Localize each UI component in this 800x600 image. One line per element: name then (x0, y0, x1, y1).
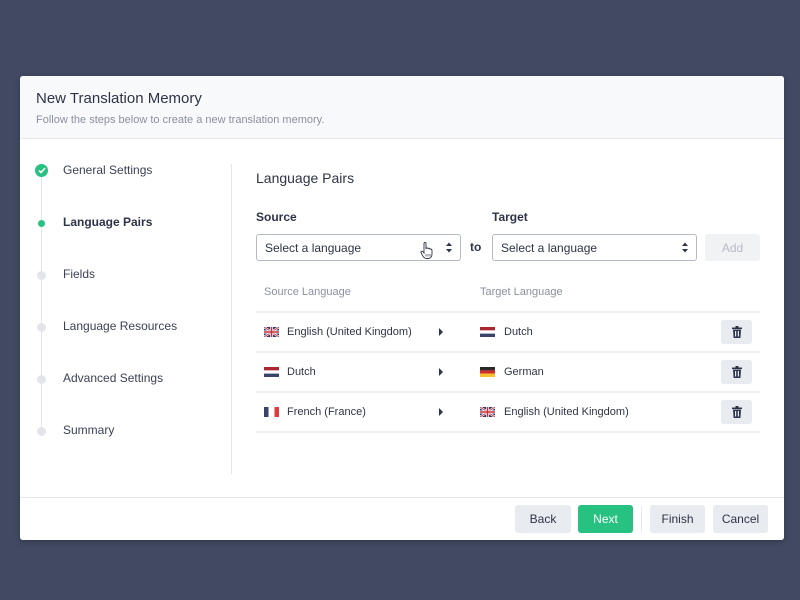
trash-icon (731, 366, 742, 378)
stepper-divider (231, 164, 232, 474)
table-row: French (France) English (United Kingdom) (256, 393, 760, 433)
pending-step-dot-icon (37, 427, 46, 436)
pending-step-dot-icon (37, 323, 46, 332)
language-pairs-table: Source Language Target Language English … (256, 279, 760, 433)
target-select-value: Select a language (501, 241, 598, 255)
active-step-dot-icon (38, 220, 45, 227)
back-button[interactable]: Back (515, 505, 571, 533)
source-select-value: Select a language (265, 241, 362, 255)
dialog-subtitle: Follow the steps below to create a new t… (36, 114, 325, 126)
step-label: Advanced Settings (63, 371, 164, 385)
table-row: English (United Kingdom) Dutch (256, 313, 760, 353)
target-label: Target (492, 210, 528, 224)
next-button[interactable]: Next (578, 505, 633, 533)
step-language-pairs[interactable]: Language Pairs (20, 213, 220, 233)
dialog-title: New Translation Memory (36, 90, 202, 107)
target-language-select[interactable]: Select a language (492, 234, 697, 261)
step-label: Language Resources (63, 319, 178, 333)
wizard-stepper: General Settings Language Pairs Fields L… (20, 139, 232, 509)
netherlands-flag-icon (480, 327, 495, 337)
step-summary[interactable]: Summary (20, 421, 220, 441)
step-label: Language Pairs (63, 215, 153, 229)
delete-pair-button[interactable] (721, 320, 752, 344)
arrow-right-icon (439, 368, 443, 376)
cancel-button[interactable]: Cancel (713, 505, 768, 533)
delete-pair-button[interactable] (721, 360, 752, 384)
column-header-source: Source Language (264, 286, 351, 298)
new-translation-memory-dialog: New Translation Memory Follow the steps … (20, 76, 784, 540)
add-language-pair-button[interactable]: Add (705, 234, 760, 261)
netherlands-flag-icon (264, 367, 279, 377)
step-advanced-settings[interactable]: Advanced Settings (20, 369, 220, 389)
arrow-right-icon (439, 328, 443, 336)
dialog-header: New Translation Memory Follow the steps … (20, 76, 784, 139)
step-general-settings[interactable]: General Settings (20, 161, 220, 181)
source-label: Source (256, 210, 297, 224)
footer-divider (641, 506, 642, 532)
target-language: English (United Kingdom) (504, 406, 629, 418)
germany-flag-icon (480, 367, 495, 377)
check-icon (35, 164, 48, 177)
trash-icon (731, 406, 742, 418)
column-header-target: Target Language (480, 286, 563, 298)
finish-button[interactable]: Finish (650, 505, 705, 533)
section-title: Language Pairs (256, 170, 355, 186)
source-language: English (United Kingdom) (287, 326, 412, 338)
arrow-right-icon (439, 408, 443, 416)
step-label: General Settings (63, 163, 153, 177)
target-language: German (504, 366, 544, 378)
pending-step-dot-icon (37, 375, 46, 384)
trash-icon (731, 326, 742, 338)
dialog-footer: Back Next Finish Cancel (20, 497, 784, 540)
table-row: Dutch German (256, 353, 760, 393)
step-fields[interactable]: Fields (20, 265, 220, 285)
pending-step-dot-icon (37, 271, 46, 280)
step-language-resources[interactable]: Language Resources (20, 317, 220, 337)
delete-pair-button[interactable] (721, 400, 752, 424)
table-header: Source Language Target Language (256, 279, 760, 313)
uk-flag-icon (264, 327, 279, 337)
uk-flag-icon (480, 407, 495, 417)
source-language: French (France) (287, 406, 366, 418)
updown-chevron-icon (446, 242, 452, 253)
step-label: Summary (63, 423, 115, 437)
stepper-line (41, 171, 42, 433)
step-label: Fields (63, 267, 96, 281)
hand-pointer-cursor-icon (420, 242, 433, 259)
target-language: Dutch (504, 326, 533, 338)
france-flag-icon (264, 407, 279, 417)
source-language: Dutch (287, 366, 316, 378)
to-label: to (470, 240, 482, 254)
updown-chevron-icon (682, 242, 688, 253)
